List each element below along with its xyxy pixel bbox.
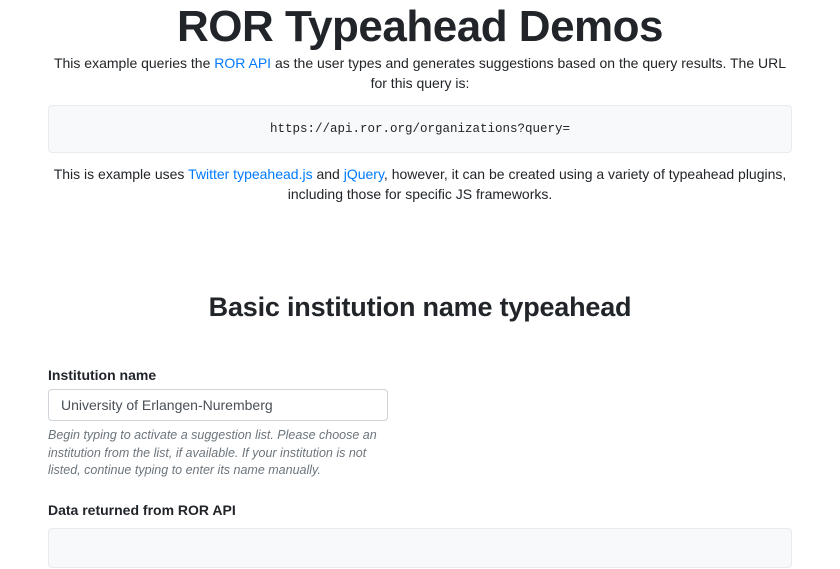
institution-label: Institution name — [48, 367, 792, 383]
ror-api-link[interactable]: ROR API — [214, 55, 271, 71]
typeahead-link[interactable]: Twitter typeahead.js — [188, 166, 313, 182]
jquery-link[interactable]: jQuery — [344, 166, 384, 182]
section-heading: Basic institution name typeahead — [48, 292, 792, 323]
help-text: Begin typing to activate a suggestion li… — [48, 427, 388, 480]
intro2-prefix: This is example uses — [54, 166, 188, 182]
query-url-code: https://api.ror.org/organizations?query= — [48, 105, 792, 153]
institution-input[interactable] — [48, 389, 388, 421]
page-title: ROR Typeahead Demos — [48, 2, 792, 52]
intro2-mid: and — [313, 166, 344, 182]
intro-text: This example queries the ROR API as the … — [48, 54, 792, 93]
intro2-text: This is example uses Twitter typeahead.j… — [48, 165, 792, 204]
intro-suffix: as the user types and generates suggesti… — [271, 55, 786, 91]
data-returned-label: Data returned from ROR API — [48, 502, 792, 518]
data-returned-box — [48, 528, 792, 568]
intro-prefix: This example queries the — [54, 55, 214, 71]
